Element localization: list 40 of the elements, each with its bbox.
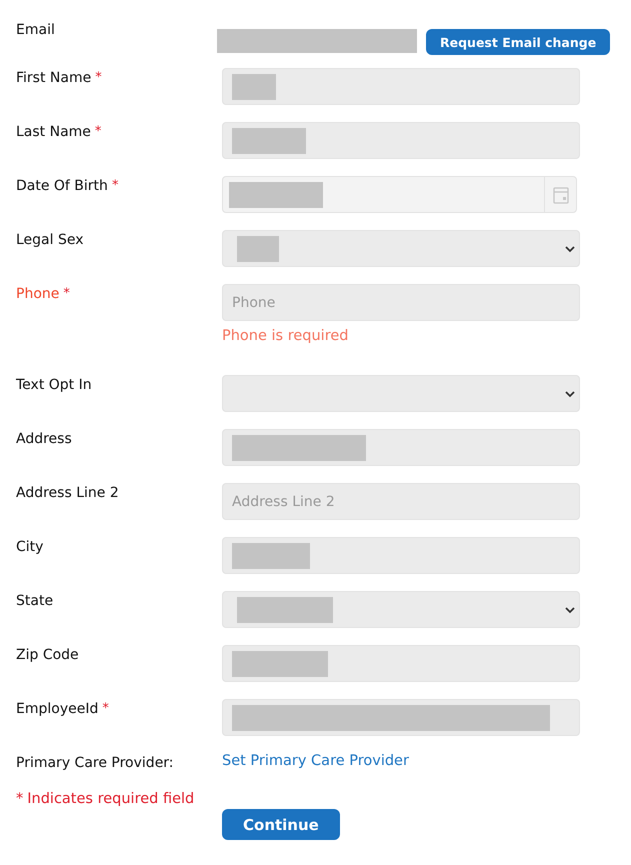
required-note: Indicates required field <box>27 791 194 807</box>
input-field[interactable] <box>222 645 580 682</box>
field-label: Zip Code <box>16 647 79 663</box>
input-field[interactable] <box>222 68 580 105</box>
field-label: First Name <box>16 70 92 86</box>
input-field[interactable] <box>222 699 580 736</box>
required-mark: * <box>95 70 102 85</box>
input-field[interactable] <box>222 122 580 159</box>
set-provider-link[interactable]: Set Primary Care Provider <box>222 753 409 771</box>
field-label: Date Of Birth <box>16 178 108 194</box>
field-label: Phone <box>16 286 60 302</box>
date-field[interactable] <box>222 176 577 213</box>
field-label: EmployeeId <box>16 701 98 717</box>
required-mark: * <box>16 791 24 807</box>
input-field[interactable] <box>222 537 580 574</box>
required-mark: * <box>112 178 118 193</box>
input-field[interactable] <box>222 429 580 466</box>
chevron-icon <box>565 607 575 614</box>
required-mark: * <box>102 701 109 716</box>
required-mark: * <box>63 286 70 301</box>
field-label: Email <box>16 22 56 38</box>
error-message: Phone is required <box>222 328 350 344</box>
field-label: Last Name <box>16 124 91 140</box>
required-mark: * <box>94 124 102 139</box>
field-label: City <box>16 539 44 555</box>
select-field[interactable] <box>222 591 580 628</box>
continue-button[interactable]: Continue <box>222 809 340 840</box>
field-label: Address <box>16 431 72 447</box>
field-label: Text Opt In <box>16 377 92 393</box>
field-label: Primary Care Provider: <box>16 754 175 771</box>
field-label: Legal Sex <box>16 232 84 248</box>
select-field[interactable] <box>222 230 580 267</box>
request-email-button[interactable]: Request Email change <box>426 29 610 55</box>
field-label: Address Line 2 <box>16 485 119 501</box>
select-field[interactable] <box>222 375 580 412</box>
input-field[interactable]: Address Line 2 <box>222 483 580 520</box>
field-label: State <box>16 593 54 609</box>
input-field[interactable]: Phone <box>222 284 580 321</box>
chevron-icon <box>565 246 575 253</box>
chevron-icon <box>565 391 575 398</box>
